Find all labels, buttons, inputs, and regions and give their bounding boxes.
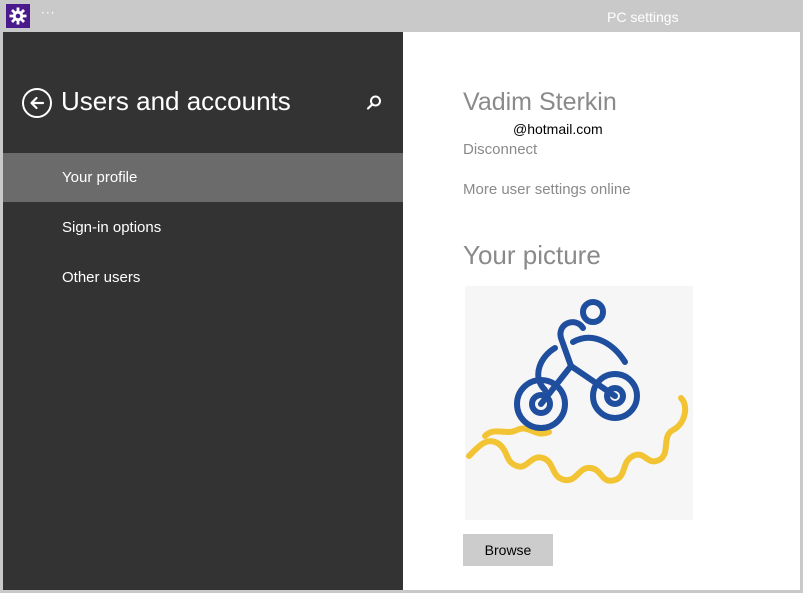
sidebar-item-your-profile[interactable]: Your profile (3, 153, 403, 202)
search-icon[interactable] (365, 94, 383, 112)
sidebar: Users and accounts Your profile Sign-in … (3, 32, 403, 590)
cyclist-icon (465, 286, 693, 520)
sidebar-item-label: Sign-in options (62, 219, 162, 236)
title-bar: ··· PC settings (3, 0, 800, 32)
sidebar-item-label: Other users (62, 269, 141, 286)
sidebar-item-sign-in-options[interactable]: Sign-in options (3, 203, 403, 252)
pc-settings-window: ··· PC settings Users and accounts Your … (0, 0, 803, 593)
back-arrow-icon[interactable] (22, 88, 52, 118)
sidebar-title: Users and accounts (61, 86, 291, 116)
app-menu-button[interactable]: ··· (41, 6, 55, 20)
sidebar-item-label: Your profile (62, 169, 138, 186)
user-email: @hotmail.com (513, 121, 603, 137)
more-user-settings-link[interactable]: More user settings online (463, 181, 631, 198)
user-name: Vadim Sterkin (463, 88, 617, 116)
browse-button[interactable]: Browse (463, 534, 553, 566)
sidebar-item-other-users[interactable]: Other users (3, 253, 403, 302)
your-picture-heading: Your picture (463, 240, 601, 270)
disconnect-link[interactable]: Disconnect (463, 141, 537, 158)
gear-icon[interactable] (6, 4, 30, 28)
main-content: Vadim Sterkin @hotmail.com Disconnect Mo… (403, 32, 800, 590)
window-title: PC settings (607, 9, 679, 25)
